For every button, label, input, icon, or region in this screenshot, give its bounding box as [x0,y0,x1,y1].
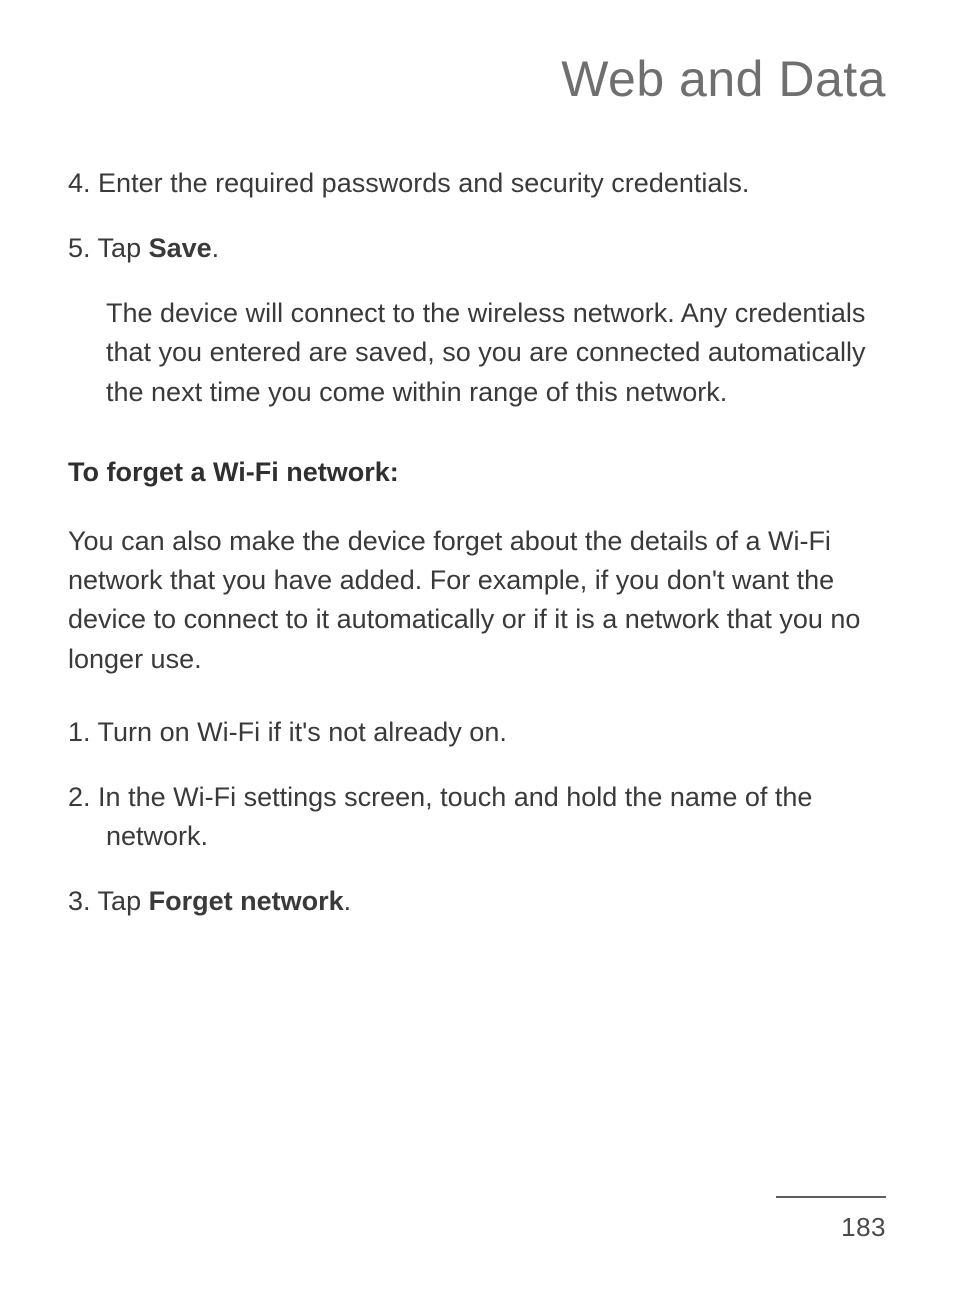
step-text: In the Wi-Fi settings screen, touch and … [98,782,812,851]
page-number: 183 [841,1212,886,1243]
step-4: 4. Enter the required passwords and secu… [68,164,886,203]
page-footer: 183 [776,1196,886,1243]
step-number: 2. [68,782,91,812]
forget-step-3: 3. Tap Forget network. [68,882,886,921]
step-number: 1. [68,717,91,747]
step-bold: Save [149,233,212,263]
step-number: 3. [68,886,91,916]
step-prefix: Tap [98,233,149,263]
section-heading: To forget a Wi-Fi network: [68,452,886,493]
forget-step-1: 1. Turn on Wi-Fi if it's not already on. [68,713,886,752]
step-prefix: Tap [98,886,149,916]
page-container: Web and Data 4. Enter the required passw… [0,0,954,1291]
step-number: 4. [68,168,91,198]
step-text: Enter the required passwords and securit… [98,168,749,198]
step-suffix: . [212,233,220,263]
step-5-body: The device will connect to the wireless … [68,294,886,411]
footer-rule [776,1196,886,1198]
section-paragraph: You can also make the device forget abou… [68,522,886,679]
step-text: Turn on Wi-Fi if it's not already on. [98,717,507,747]
chapter-title: Web and Data [68,50,886,108]
step-bold: Forget network [149,886,344,916]
step-number: 5. [68,233,91,263]
step-suffix: . [344,886,352,916]
step-5: 5. Tap Save. [68,229,886,268]
forget-step-2: 2. In the Wi-Fi settings screen, touch a… [68,778,886,856]
